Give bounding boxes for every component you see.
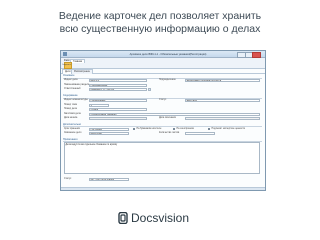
section-main: Основное (63, 74, 262, 79)
tab-review[interactable]: Рассмотрение (71, 69, 93, 74)
slide-heading: Ведение карточек дел позволяет хранить в… (0, 10, 320, 36)
case-number-field[interactable]: Общее (89, 108, 147, 111)
window-title: Архивное дело ВФ0-1-1 - Обязательные ука… (129, 52, 207, 56)
ribbon: Файл Главная Сохранить (61, 58, 265, 69)
sheet-count-field[interactable] (185, 132, 215, 135)
case-card-form: Основное Индекс дела ВФ0-1-1 Подразделен… (63, 74, 263, 188)
checkbox-label: На электронном (176, 127, 194, 130)
docsvision-logo-icon (118, 212, 128, 224)
field-label: Подразделение (159, 79, 176, 81)
field-label: Связанное дело (64, 132, 82, 134)
retention-period-field[interactable]: Постоянно (89, 127, 129, 131)
heading-line-1: Ведение карточек дел позволяет хранить (58, 10, 262, 22)
heading-line-2: всю существенную информацию о делах (59, 23, 261, 35)
app-window: Архивное дело ВФ0-1-1 - Обязательные ука… (60, 50, 266, 191)
ribbon-tab-home[interactable]: Главная (70, 58, 86, 63)
window-titlebar: Архивное дело ВФ0-1-1 - Обязательные ука… (61, 51, 265, 58)
field-label: Заголовок дела (64, 112, 81, 115)
ribbon-group-label: Сохранить (62, 64, 71, 66)
status-bar (61, 186, 265, 190)
volume-number-field[interactable]: 1 (89, 103, 109, 107)
checkbox-label: Подлежит экспертизе ценности (211, 127, 246, 130)
notes-textarea[interactable]: Дела ведутся как отдельное Указание по а… (64, 142, 260, 174)
field-label: Номер тома (64, 103, 77, 106)
electronic-checkbox[interactable] (173, 127, 176, 131)
case-index-field[interactable]: ВФ0-1-1 (89, 79, 147, 82)
notes-text: Дела ведутся как отдельное Указание по а… (65, 143, 118, 146)
docsvision-logo: Docsvision (118, 211, 189, 225)
footer-label: Статус (64, 178, 72, 180)
section-content: Содержание (63, 94, 262, 99)
nomenclature-index-field[interactable]: Нормативные (89, 99, 147, 102)
field-label: Статус (159, 99, 167, 101)
field-label: Дата окончания (159, 117, 176, 119)
quick-access-icon[interactable] (63, 52, 67, 56)
paper-checkbox[interactable] (133, 127, 136, 131)
related-case-field[interactable]: Бессрочно (89, 132, 129, 135)
section-name-field[interactable]: Подразделение (89, 83, 147, 87)
field-label: Индекс дела (64, 79, 78, 81)
brand-name: Docsvision (131, 211, 190, 225)
responsible-field[interactable]: Иванова А. А., Лестер (89, 88, 147, 91)
status-field[interactable]: Действует (185, 99, 260, 102)
field-label: Срок хранения (64, 127, 80, 130)
start-date-field[interactable] (89, 117, 147, 120)
end-date-field[interactable] (185, 117, 260, 120)
field-label: Индекс номенклатуры (64, 99, 88, 101)
case-title-field[interactable]: Обязательные указания (89, 112, 260, 116)
field-label: Ответственный (64, 88, 81, 90)
expertise-checkbox[interactable] (208, 127, 211, 131)
field-label: Дата начала (64, 117, 78, 119)
field-label: Количество листов (159, 132, 180, 134)
footer-field[interactable]: Акт, Том, Регистрация (89, 178, 129, 181)
section-additional: Дополнительно (63, 123, 262, 127)
select-user-button[interactable] (147, 88, 151, 91)
field-label: Номер дела (64, 108, 77, 110)
field-label: Наименование раздела (64, 83, 90, 86)
checkbox-label: На бумажном носителе (136, 127, 162, 130)
department-field[interactable]: Департамент документооборота (185, 79, 260, 82)
